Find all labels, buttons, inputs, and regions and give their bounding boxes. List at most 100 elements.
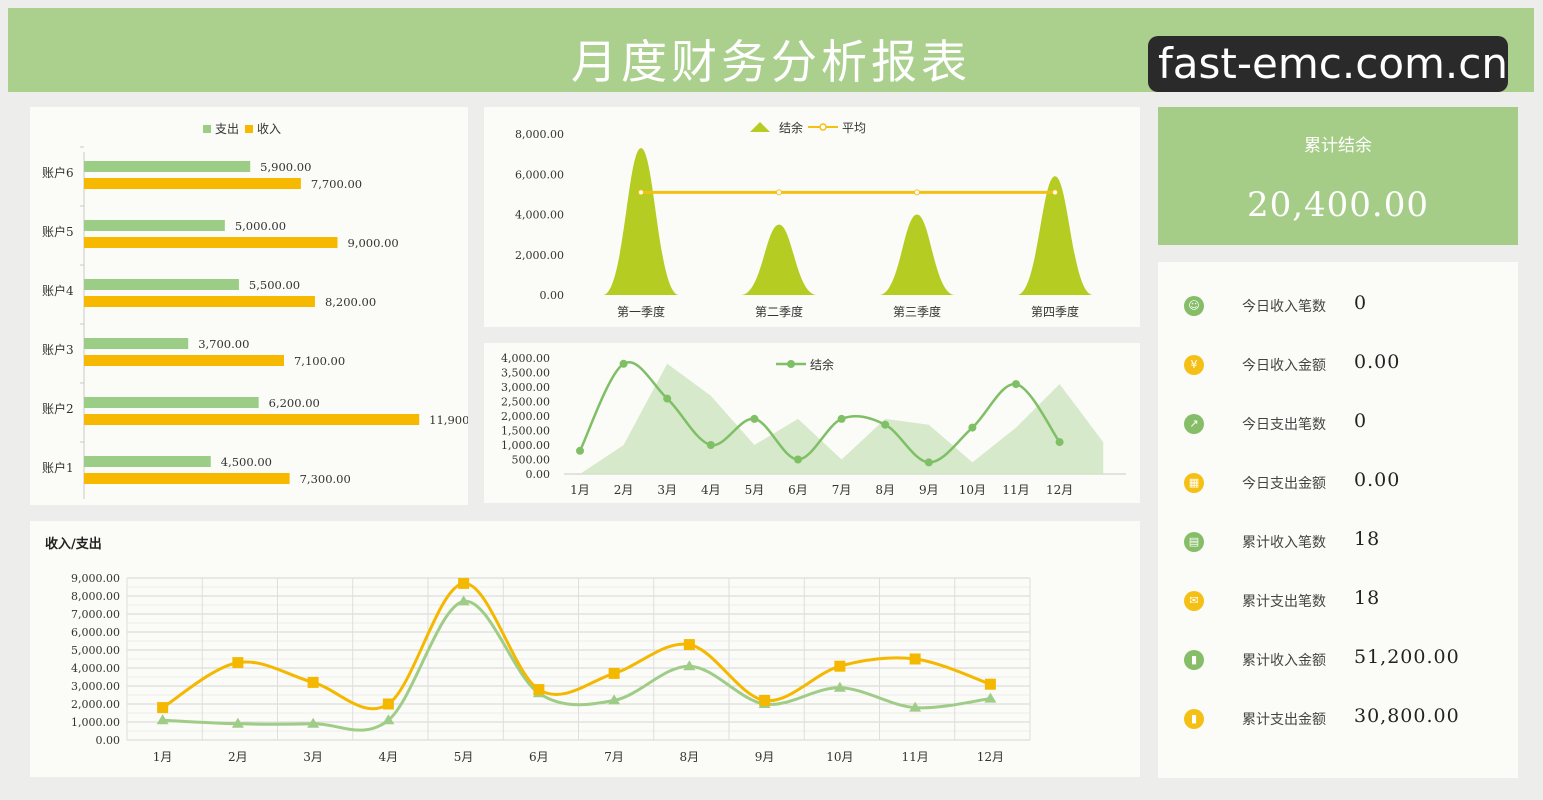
x-tick-label: 12月 bbox=[977, 750, 1004, 764]
y-tick-label: 1,000.00 bbox=[501, 439, 550, 452]
y-tick-label: 9,000.00 bbox=[71, 572, 120, 585]
clipboard-icon: ▤ bbox=[1184, 532, 1204, 552]
income-marker bbox=[307, 676, 319, 688]
legend-swatch-balance bbox=[750, 122, 770, 132]
data-label-income: 7,300.00 bbox=[300, 472, 351, 486]
y-tick-label: 0.00 bbox=[540, 289, 565, 302]
y-tick-label: 0.00 bbox=[526, 468, 551, 481]
income-line bbox=[161, 581, 991, 711]
chart-title: 收入/支出 bbox=[45, 536, 102, 552]
data-label-expense: 4,500.00 bbox=[221, 455, 272, 469]
x-tick-label: 9月 bbox=[755, 750, 775, 764]
x-tick-label: 10月 bbox=[826, 750, 853, 764]
stat-value: 30,800.00 bbox=[1354, 705, 1460, 727]
x-tick-label: 8月 bbox=[680, 750, 700, 764]
y-tick-label: 8,000.00 bbox=[515, 128, 564, 141]
x-tick-label: 8月 bbox=[875, 483, 895, 497]
x-tick-label: 10月 bbox=[959, 483, 986, 497]
total-balance-card: 累计结余 20,400.00 bbox=[1158, 107, 1518, 245]
bar-expense bbox=[84, 161, 251, 172]
category-label: 账户6 bbox=[42, 165, 74, 180]
y-tick-label: 5,000.00 bbox=[71, 644, 120, 657]
x-tick-label: 2月 bbox=[614, 483, 634, 497]
x-tick-label: 1月 bbox=[153, 750, 173, 764]
accounts-chart-panel: 支出 收入 账户6 5,900.00 7,700.00 账户5 5,000.00 9,000.… bbox=[30, 107, 468, 505]
income-marker bbox=[382, 698, 394, 710]
balance-marker bbox=[1012, 380, 1020, 389]
bar-income bbox=[84, 296, 315, 307]
average-marker bbox=[1052, 189, 1058, 196]
category-label: 账户3 bbox=[42, 342, 74, 357]
legend-label-balance: 结余 bbox=[779, 120, 803, 135]
column-chart-icon: ▮ bbox=[1184, 709, 1204, 729]
balance-marker bbox=[576, 446, 584, 455]
calendar-icon: ▦ bbox=[1184, 473, 1204, 493]
x-tick-label: 3月 bbox=[303, 750, 323, 764]
average-marker bbox=[776, 189, 782, 196]
y-tick-label: 1,000.00 bbox=[71, 716, 120, 729]
monthly-balance-panel: 0.00 500.00 1,000.00 1,500.00 2,000.00 2,500.… bbox=[484, 343, 1140, 503]
y-tick-label: 7,000.00 bbox=[71, 608, 120, 621]
bar-expense bbox=[84, 397, 259, 408]
income-marker bbox=[608, 667, 620, 679]
x-tick-label: 11月 bbox=[901, 750, 928, 764]
income-expense-chart: 收入/支出 0.00 1,000.00 2,000.00 3,000.00 4,000.0… bbox=[45, 536, 1031, 764]
balance-marker bbox=[1055, 438, 1064, 447]
y-tick-label: 1,500.00 bbox=[501, 425, 550, 438]
x-tick-label: 7月 bbox=[832, 483, 852, 497]
legend-marker-balance bbox=[787, 360, 795, 368]
balance-marker bbox=[837, 414, 846, 423]
data-label-expense: 5,500.00 bbox=[249, 278, 300, 292]
stat-row: ☺ 今日收入笔数 0 bbox=[1158, 286, 1518, 326]
income-marker bbox=[157, 702, 169, 714]
stat-value: 0.00 bbox=[1354, 469, 1401, 491]
accounts-bar-chart: 支出 收入账户6 5,900.007,700.00 账户5 5,000.00 9,000.… bbox=[42, 122, 468, 499]
x-tick-label: 12月 bbox=[1046, 483, 1073, 497]
bar-chart-icon: ▮ bbox=[1184, 650, 1204, 670]
y-tick-label: 4,000.00 bbox=[71, 662, 120, 675]
balance-marker bbox=[794, 455, 802, 464]
stat-row: ¥ 今日收入金额 0.00 bbox=[1158, 345, 1518, 385]
average-marker bbox=[638, 189, 644, 196]
bar-expense bbox=[84, 279, 239, 290]
data-label-income: 11,900.00 bbox=[429, 413, 468, 427]
legend-marker-average bbox=[819, 123, 827, 131]
legend-swatch-income bbox=[245, 125, 253, 133]
bar-income bbox=[84, 237, 338, 248]
category-label: 账户4 bbox=[42, 283, 74, 298]
x-tick-label: 第三季度 bbox=[893, 304, 941, 319]
data-label-income: 7,100.00 bbox=[294, 354, 345, 368]
y-tick-label: 2,000.00 bbox=[501, 410, 550, 423]
y-tick-label: 2,500.00 bbox=[501, 396, 550, 409]
stat-row: ▮ 累计收入金额 51,200.00 bbox=[1158, 640, 1518, 680]
legend-swatch-expense bbox=[203, 125, 211, 133]
average-marker bbox=[914, 189, 920, 196]
quarterly-balance-chart: 结余 平均 0.00 2,000.00 4,000.00 6,000.00 8,000.00… bbox=[515, 120, 1093, 319]
y-tick-label: 3,000.00 bbox=[501, 381, 550, 394]
stat-value: 51,200.00 bbox=[1354, 646, 1460, 668]
stat-label: 累计支出笔数 bbox=[1242, 594, 1326, 610]
y-tick-label: 2,000.00 bbox=[71, 698, 120, 711]
income-marker bbox=[984, 678, 996, 690]
legend-label-income: 收入 bbox=[257, 122, 281, 136]
data-label-income: 9,000.00 bbox=[348, 236, 399, 250]
stat-label: 累计收入笔数 bbox=[1242, 535, 1326, 551]
trend-icon: ↗ bbox=[1184, 414, 1204, 434]
y-tick-label: 3,000.00 bbox=[71, 680, 120, 693]
watermark: fast-emc.com.cn bbox=[1148, 36, 1508, 92]
income-marker bbox=[533, 684, 545, 696]
legend-label-average: 平均 bbox=[842, 121, 866, 135]
data-label-expense: 5,000.00 bbox=[235, 219, 286, 233]
y-tick-label: 500.00 bbox=[512, 454, 551, 467]
x-tick-label: 第四季度 bbox=[1031, 304, 1079, 319]
y-tick-label: 6,000.00 bbox=[71, 626, 120, 639]
income-marker bbox=[232, 657, 244, 669]
x-tick-label: 4月 bbox=[379, 750, 399, 764]
yen-icon: ¥ bbox=[1184, 355, 1204, 375]
bar-expense bbox=[84, 338, 189, 349]
data-label-expense: 5,900.00 bbox=[260, 160, 311, 174]
quarterly-chart-panel: 结余 平均 0.00 2,000.00 4,000.00 6,000.00 8,000.00… bbox=[484, 107, 1140, 327]
x-tick-label: 1月 bbox=[570, 483, 590, 497]
balance-marker bbox=[968, 423, 977, 432]
bar-income bbox=[84, 473, 290, 484]
